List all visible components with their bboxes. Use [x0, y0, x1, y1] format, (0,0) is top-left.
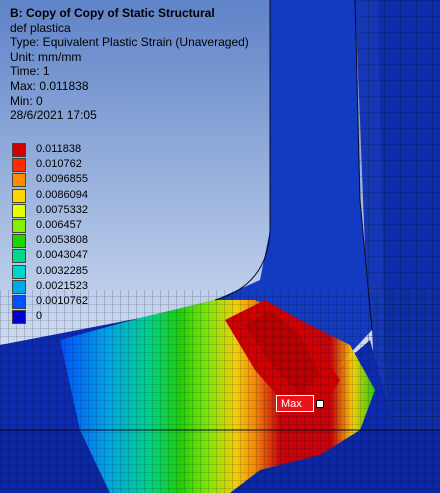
- legend-swatch: [12, 158, 26, 173]
- legend-value: 0.0086094: [36, 188, 88, 201]
- legend-swatch: [12, 234, 26, 249]
- result-header: B: Copy of Copy of Static Structural def…: [10, 6, 249, 123]
- legend-value: 0.0053808: [36, 234, 88, 247]
- legend-value: 0.0043047: [36, 249, 88, 262]
- legend-value: 0.0096855: [36, 173, 88, 186]
- max-probe-label[interactable]: Max: [276, 395, 314, 412]
- legend-value: 0.0021523: [36, 279, 88, 292]
- result-time: Time: 1: [10, 64, 50, 79]
- legend-swatch: [12, 310, 26, 325]
- graphics-viewport[interactable]: B: Copy of Copy of Static Structural def…: [0, 0, 440, 493]
- legend-value: 0.0075332: [36, 203, 88, 216]
- legend-value: 0.0032285: [36, 264, 88, 277]
- result-title: B: Copy of Copy of Static Structural: [10, 6, 215, 20]
- max-probe-marker[interactable]: [316, 400, 324, 408]
- legend-value: 0.011838: [36, 143, 82, 155]
- result-min: Min: 0: [10, 93, 43, 108]
- legend-swatch: [12, 203, 26, 218]
- legend-value: 0.006457: [36, 219, 82, 231]
- legend-swatch: [12, 188, 26, 203]
- result-unit: Unit: mm/mm: [10, 49, 82, 64]
- legend-value: 0.010762: [36, 158, 82, 171]
- legend-swatch: [12, 295, 26, 309]
- result-max: Max: 0.011838: [10, 78, 89, 93]
- result-type: Type: Equivalent Plastic Strain (Unavera…: [10, 35, 249, 50]
- result-date: 28/6/2021 17:05: [10, 108, 97, 123]
- legend-swatch: [12, 173, 26, 188]
- legend-swatch: [12, 264, 26, 279]
- legend-swatch: [12, 143, 26, 157]
- legend-swatch: [12, 249, 26, 264]
- legend-value: 0.0010762: [36, 295, 88, 307]
- legend-swatch: [12, 219, 26, 233]
- legend-swatch: [12, 279, 26, 294]
- result-subtitle: def plastica: [10, 20, 71, 35]
- legend-value: 0: [36, 310, 43, 323]
